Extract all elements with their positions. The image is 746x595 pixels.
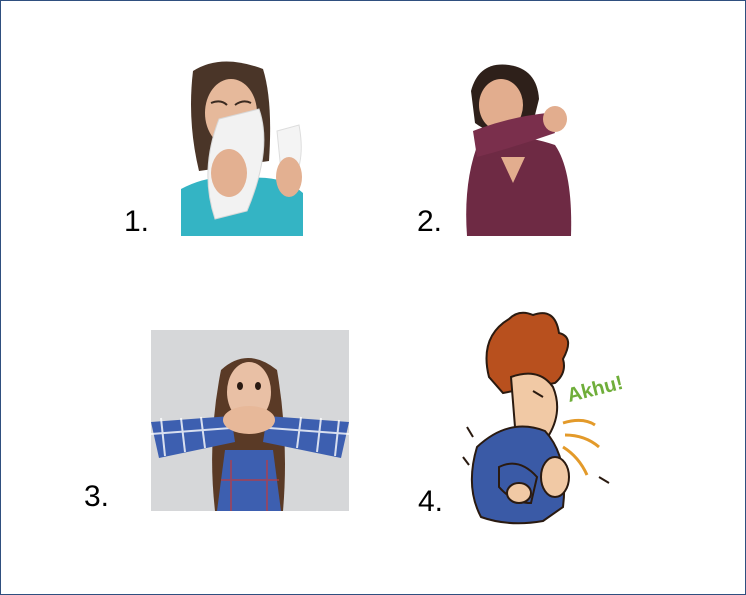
item-number-3: 3. bbox=[84, 480, 110, 513]
covering-mouth-image bbox=[151, 330, 349, 511]
slide-frame: 1. 2. 3. 4. Akhu! bbox=[0, 0, 746, 595]
item-number-1: 1. bbox=[124, 205, 150, 238]
item-number-4: 4. bbox=[418, 485, 444, 518]
item-number-2: 2. bbox=[417, 205, 443, 238]
sneezing-tissue-image bbox=[181, 61, 319, 236]
coughing-elbow-image bbox=[459, 61, 574, 236]
cartoon-coughing-image: Akhu! bbox=[459, 307, 637, 535]
